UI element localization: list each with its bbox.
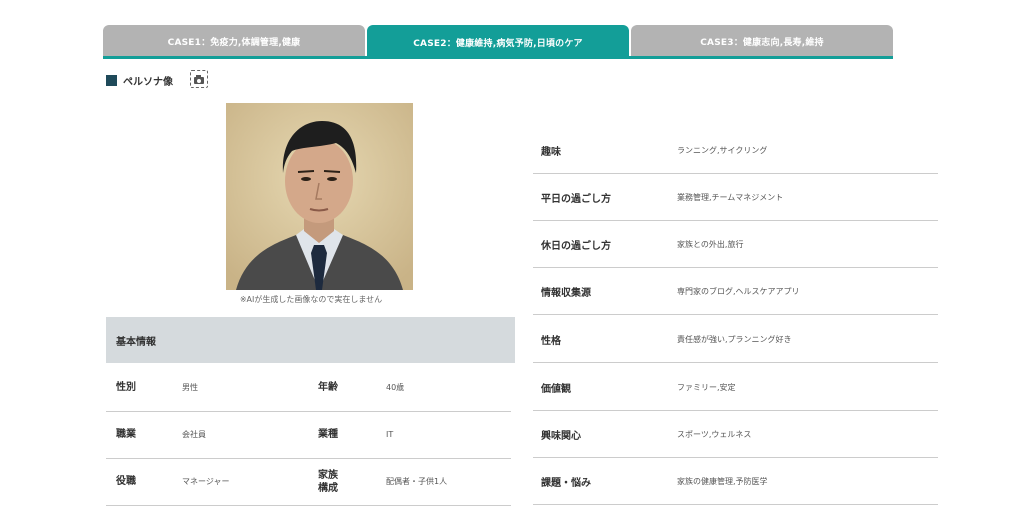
detail-row: 課題・悩み 家族の健康管理,予防医学 <box>533 458 938 505</box>
persona-heading: ペルソナ像 <box>106 72 173 88</box>
heading-square-icon <box>106 74 117 86</box>
field-label: 職業 <box>116 429 136 440</box>
basic-row: 性別 男性 年齢 40歳 <box>106 364 511 412</box>
detail-label: 課題・悩み <box>541 477 591 489</box>
detail-row: 興味関心 スポーツ,ウェルネス <box>533 411 938 458</box>
detail-value: スポーツ,ウェルネス <box>677 429 752 439</box>
detail-value: ファミリー,安定 <box>677 382 736 392</box>
field-value: 配偶者・子供1人 <box>386 477 448 486</box>
detail-label: 価値観 <box>541 383 571 395</box>
detail-label: 性格 <box>541 335 561 347</box>
detail-label: 情報収集源 <box>541 287 591 299</box>
detail-row: 平日の過ごし方 業務管理,チームマネジメント <box>533 174 938 221</box>
photo-caption: ※AIが生成した画像なので実在しません <box>239 295 383 304</box>
detail-label: 趣味 <box>541 146 561 158</box>
field-value: IT <box>386 430 394 439</box>
persona-photo <box>226 103 413 290</box>
field-label: 構成 <box>318 482 338 494</box>
detail-value: 専門家のブログ,ヘルスケアアプリ <box>677 286 800 296</box>
detail-value: 家族との外出,旅行 <box>677 239 744 249</box>
detail-value: 業務管理,チームマネジメント <box>677 192 784 202</box>
detail-label: 平日の過ごし方 <box>541 193 611 205</box>
detail-row: 性格 責任感が強い,プランニング好き <box>533 316 938 363</box>
basic-info-header: 基本情報 <box>106 317 515 363</box>
detail-label: 興味関心 <box>541 430 581 442</box>
field-label: 性別 <box>116 382 136 393</box>
detail-value: 責任感が強い,プランニング好き <box>677 334 792 344</box>
detail-value: ランニング,サイクリング <box>677 145 768 155</box>
detail-label: 休日の過ごし方 <box>541 240 611 252</box>
detail-row: 趣味 ランニング,サイクリング <box>533 127 938 174</box>
basic-row: 職業 会社員 業種 IT <box>106 411 511 459</box>
case-tabs: CASE1：免疫力,体調管理,健康 CASE2：健康維持,病気予防,日頃のケア … <box>103 25 893 59</box>
field-value: 男性 <box>182 383 198 392</box>
field-label: 家族 <box>318 469 338 481</box>
camera-icon[interactable] <box>190 70 208 88</box>
detail-row: 価値観 ファミリー,安定 <box>533 364 938 411</box>
detail-row: 情報収集源 専門家のブログ,ヘルスケアアプリ <box>533 268 938 315</box>
field-value: マネージャー <box>182 477 230 486</box>
tab-case2[interactable]: CASE2：健康維持,病気予防,日頃のケア <box>367 25 629 59</box>
tab-case1[interactable]: CASE1：免疫力,体調管理,健康 <box>103 25 365 57</box>
persona-label: ペルソナ像 <box>123 76 173 88</box>
field-value: 会社員 <box>182 430 206 439</box>
detail-value: 家族の健康管理,予防医学 <box>677 476 768 486</box>
field-label: 業種 <box>318 429 338 440</box>
basic-row: 役職 マネージャー 家族 構成 配偶者・子供1人 <box>106 458 511 506</box>
field-value: 40歳 <box>386 383 405 392</box>
detail-row: 休日の過ごし方 家族との外出,旅行 <box>533 221 938 268</box>
field-label: 役職 <box>116 476 136 487</box>
field-label: 年齢 <box>318 382 338 393</box>
tab-case3[interactable]: CASE3：健康志向,長寿,維持 <box>631 25 893 57</box>
